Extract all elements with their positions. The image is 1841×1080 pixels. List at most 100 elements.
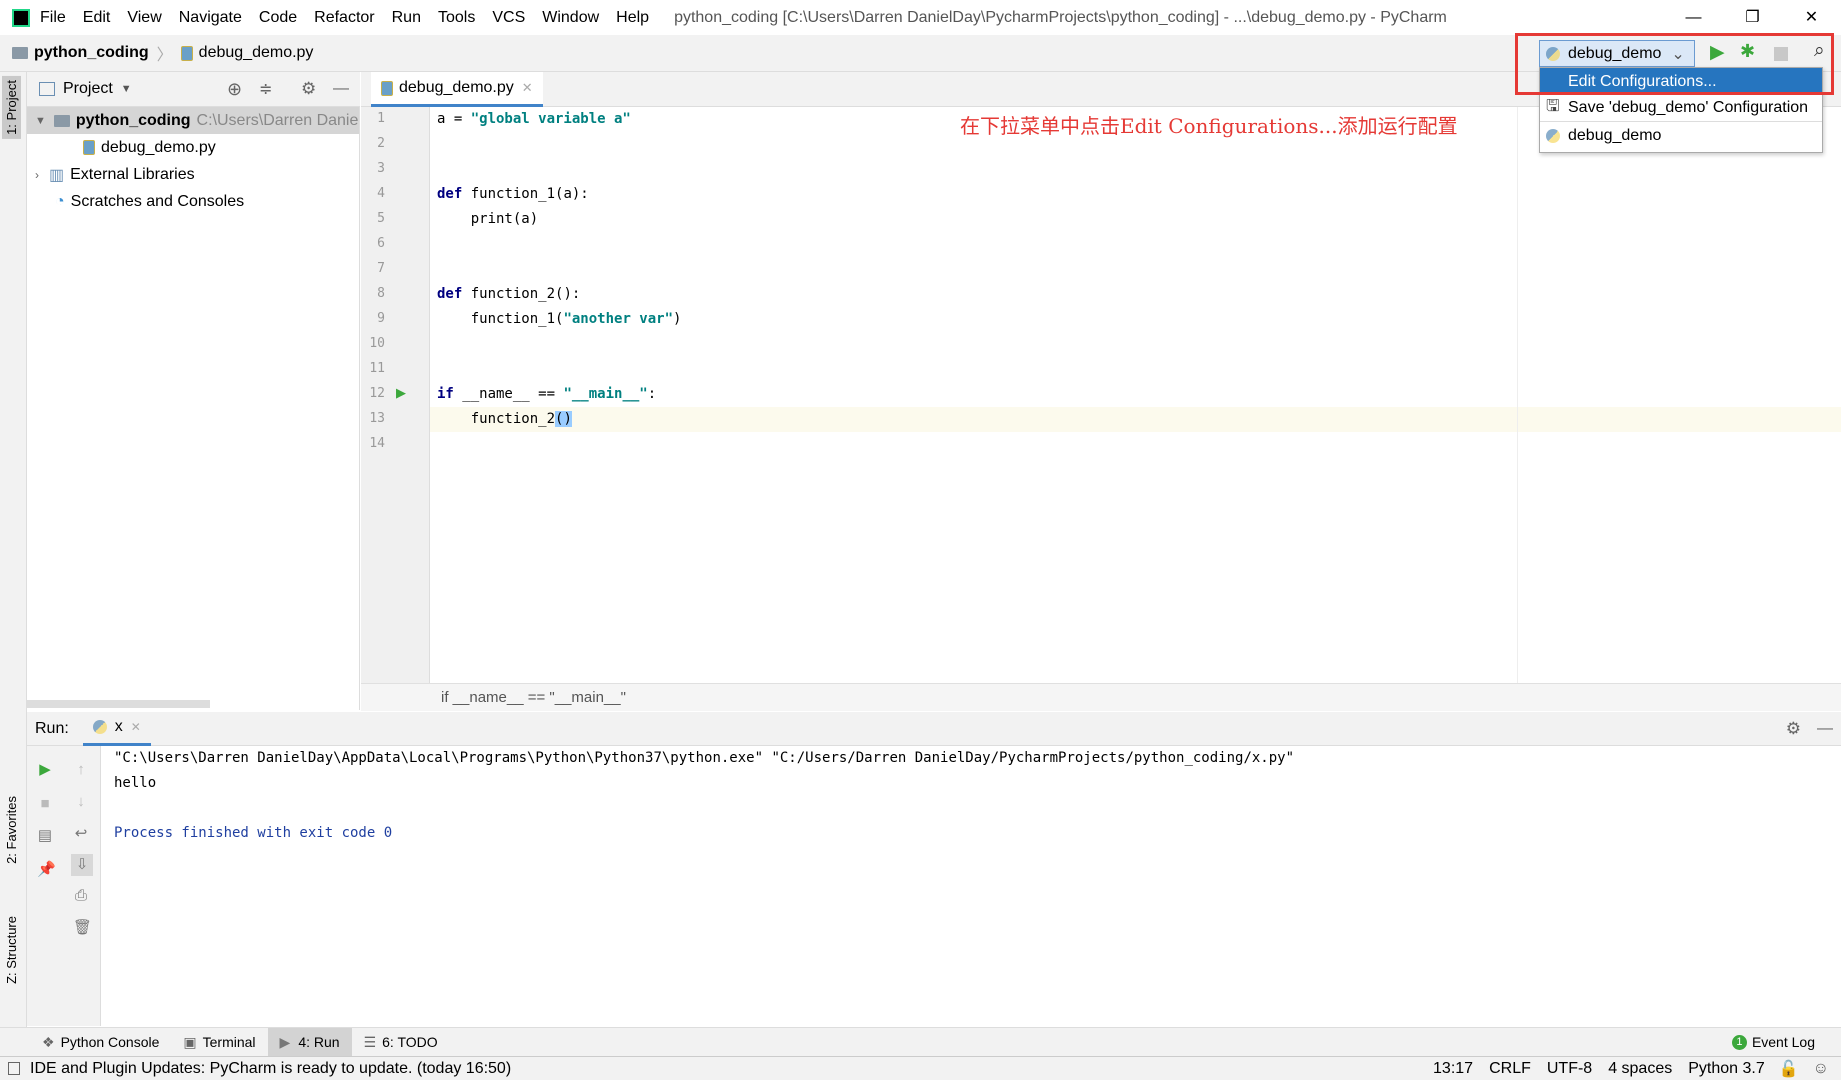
tree-item-file[interactable]: debug_demo.py (27, 134, 359, 161)
menu-item-save-configuration[interactable]: 🖫 Save 'debug_demo' Configuration (1540, 95, 1822, 122)
menu-tools[interactable]: Tools (438, 9, 475, 26)
side-tab-favorites[interactable]: 2: Favorites (2, 792, 21, 868)
line-number: 8 (377, 286, 385, 301)
bottom-tool-tabs: ❖ Python Console ▣ Terminal ▶ 4: Run ☰ 6: TO… (0, 1027, 1841, 1057)
hide-icon[interactable]: — (1817, 720, 1833, 738)
lock-icon[interactable]: 🔓 (1779, 1059, 1799, 1079)
layout-icon[interactable]: ▤ (37, 828, 53, 844)
tree-item-external-libraries[interactable]: › ▥ External Libraries (27, 161, 359, 188)
label: 4: Run (298, 1034, 340, 1050)
breadcrumb-file[interactable]: debug_demo.py (199, 44, 314, 62)
tab-todo[interactable]: ☰ 6: TODO (352, 1028, 450, 1057)
locate-icon[interactable]: ⊕ (227, 79, 242, 100)
trash-icon[interactable]: 🗑 (73, 920, 92, 936)
breadcrumb-separator: 〉 (156, 47, 173, 64)
event-log-button[interactable]: 1 Event Log (1720, 1028, 1827, 1057)
line-number: 4 (377, 186, 385, 201)
tab-run[interactable]: ▶ 4: Run (267, 1027, 352, 1057)
line-number: 3 (377, 161, 385, 176)
down-arrow-icon[interactable]: ↓ (73, 794, 89, 810)
gear-icon[interactable]: ⚙ (1786, 719, 1801, 739)
label: 6: TODO (382, 1034, 438, 1050)
minimize-button[interactable]: — (1664, 0, 1723, 35)
expand-arrow-icon[interactable]: › (35, 168, 39, 182)
interpreter[interactable]: Python 3.7 (1688, 1060, 1765, 1078)
code-line: a = "global variable a" (437, 111, 631, 127)
close-tab-icon[interactable]: ✕ (522, 80, 533, 96)
line-number: 1 (377, 111, 385, 126)
menu-vcs[interactable]: VCS (492, 9, 525, 26)
project-tree: ▼ python_coding C:\Users\Darren Danie de… (27, 107, 360, 710)
line-number: 2 (377, 136, 385, 151)
console-line: "C:\Users\Darren DanielDay\AppData\Local… (114, 750, 1295, 766)
tab-label: debug_demo.py (399, 79, 514, 96)
line-separator[interactable]: CRLF (1489, 1060, 1531, 1078)
inspector-icon[interactable]: ☺ (1813, 1060, 1829, 1078)
stop-icon[interactable]: ■ (37, 796, 53, 812)
editor-breadcrumb[interactable]: if __name__ == "__main__" (361, 683, 1841, 711)
up-arrow-icon[interactable]: ↑ (73, 762, 89, 778)
file-encoding[interactable]: UTF-8 (1547, 1060, 1592, 1078)
caret-position[interactable]: 13:17 (1433, 1060, 1473, 1078)
horizontal-scrollbar[interactable] (27, 700, 210, 708)
tree-item-root[interactable]: ▼ python_coding C:\Users\Darren Danie (27, 107, 359, 134)
code-editor[interactable]: a = "global variable a" def function_1(a… (430, 107, 1841, 683)
console-output[interactable]: "C:\Users\Darren DanielDay\AppData\Local… (101, 746, 1841, 1026)
run-label: Run: (35, 719, 69, 737)
line-number: 11 (369, 361, 385, 376)
run-icon: ▶ (279, 1033, 291, 1050)
menu-refactor[interactable]: Refactor (314, 9, 374, 26)
line-number: 7 (377, 261, 385, 276)
rerun-icon[interactable]: ▶ (37, 762, 53, 778)
side-tab-project[interactable]: 1: Project (2, 76, 21, 139)
print-icon[interactable]: ⎙ (73, 888, 89, 904)
status-message[interactable]: IDE and Plugin Updates: PyCharm is ready… (30, 1060, 511, 1078)
tab-python-console[interactable]: ❖ Python Console (30, 1028, 171, 1057)
notification-icon[interactable] (8, 1062, 20, 1075)
close-tab-icon[interactable]: ✕ (131, 720, 141, 734)
restore-button[interactable]: ❐ (1723, 0, 1782, 35)
close-button[interactable]: ✕ (1782, 0, 1841, 35)
root-name: python_coding (75, 111, 191, 129)
menu-view[interactable]: View (127, 9, 161, 26)
menu-help[interactable]: Help (616, 9, 649, 26)
pin-icon[interactable]: 📌 (37, 862, 56, 878)
gear-icon[interactable]: ⚙ (301, 79, 316, 99)
menu-item-debug-demo[interactable]: debug_demo (1540, 122, 1822, 149)
line-number: 6 (377, 236, 385, 251)
tab-debug-demo[interactable]: debug_demo.py ✕ (371, 72, 543, 107)
breadcrumb-project[interactable]: python_coding (34, 44, 149, 62)
file-name: debug_demo.py (101, 138, 216, 156)
collapse-all-icon[interactable]: ≑ (259, 79, 272, 99)
soft-wrap-icon[interactable]: ↩ (73, 826, 89, 842)
menu-run[interactable]: Run (392, 9, 421, 26)
hide-icon[interactable]: — (333, 80, 349, 98)
scroll-to-end-icon[interactable]: ⇩ (71, 854, 93, 876)
run-gutter-icon[interactable]: ▶ (396, 385, 406, 401)
python-file-icon (180, 45, 193, 61)
menu-navigate[interactable]: Navigate (179, 9, 242, 26)
run-tab-x[interactable]: x ✕ (82, 712, 151, 746)
menu-window[interactable]: Window (542, 9, 599, 26)
side-tab-structure[interactable]: Z: Structure (2, 912, 21, 988)
code-line: def function_2(): (437, 286, 581, 302)
tab-terminal[interactable]: ▣ Terminal (171, 1028, 267, 1057)
line-number: 10 (369, 336, 385, 351)
project-view-icon (39, 82, 55, 96)
project-view-selector[interactable]: Project (63, 80, 113, 98)
expand-arrow-icon[interactable]: ▼ (35, 115, 46, 127)
line-number: 13 (369, 411, 385, 426)
label: External Libraries (70, 165, 195, 183)
status-bar: IDE and Plugin Updates: PyCharm is ready… (0, 1056, 1841, 1080)
menu-edit[interactable]: Edit (83, 9, 111, 26)
left-tool-strip: 1: Project 2: Favorites Z: Structure (0, 72, 27, 1027)
python-icon: ❖ (42, 1033, 55, 1050)
indent-setting[interactable]: 4 spaces (1608, 1060, 1672, 1078)
scratches-icon: ◔ (55, 192, 65, 210)
terminal-icon: ▣ (183, 1033, 197, 1050)
menu-file[interactable]: File (40, 9, 66, 26)
tree-item-scratches[interactable]: ◔ Scratches and Consoles (27, 188, 359, 215)
caret-down-icon[interactable]: ▼ (121, 83, 132, 95)
menu-code[interactable]: Code (259, 9, 297, 26)
code-line: def function_1(a): (437, 186, 589, 202)
